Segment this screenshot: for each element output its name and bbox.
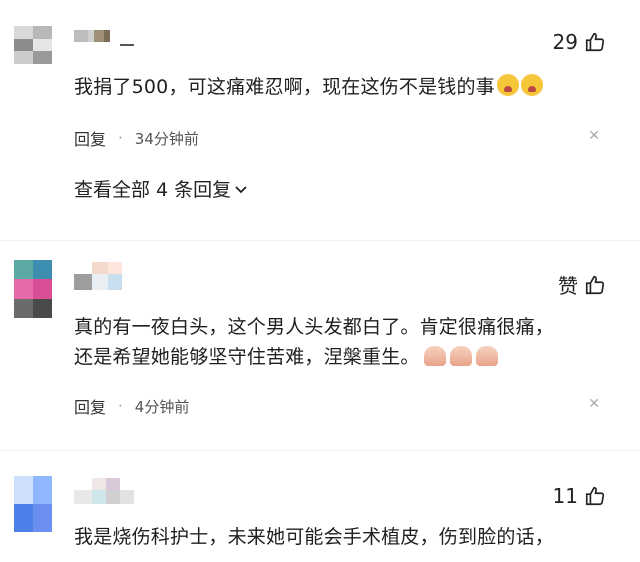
comment-text-line-2: 还是希望她能够坚守住苦难，涅槃重生。 bbox=[74, 342, 610, 372]
like-count: 11 bbox=[552, 484, 578, 508]
chevron-down-icon bbox=[235, 185, 247, 193]
comment-meta: 回复 · 4分钟前 bbox=[74, 394, 189, 418]
separator-dot: · bbox=[118, 129, 123, 147]
comment-text-content: 我是烧伤科护士，未来她可能会手术植皮，伤到脸的话， bbox=[74, 526, 555, 548]
divider bbox=[0, 240, 640, 241]
praying-hands-icon bbox=[423, 346, 446, 366]
avatar[interactable] bbox=[14, 476, 52, 532]
comment-2: 赞 真的有一夜白头，这个男人头发都白了。肯定很痛很痛， 还是希望她能够坚守住苦难… bbox=[0, 250, 640, 460]
divider bbox=[0, 450, 640, 451]
comment-text-content: 我捐了500，可这痛难忍啊，现在这伤不是钱的事 bbox=[74, 76, 495, 98]
like-button[interactable]: 赞 bbox=[558, 270, 606, 299]
crying-emoji-icon bbox=[496, 74, 519, 96]
close-icon[interactable]: ✕ bbox=[588, 128, 600, 144]
thumbs-up-icon bbox=[585, 486, 605, 506]
avatar[interactable] bbox=[14, 26, 52, 64]
username[interactable] bbox=[74, 478, 152, 504]
timestamp: 4分钟前 bbox=[134, 397, 190, 416]
comment-1: 29 我捐了500，可这痛难忍啊，现在这伤不是钱的事 回复 · 34分钟前 ✕ … bbox=[0, 0, 640, 230]
praying-hands-icon bbox=[475, 346, 498, 366]
crying-emoji-icon bbox=[520, 74, 543, 96]
like-label: 赞 bbox=[558, 274, 578, 298]
reply-button[interactable]: 回复 bbox=[74, 394, 106, 418]
separator-dot: · bbox=[118, 397, 123, 415]
comment-text: 我捐了500，可这痛难忍啊，现在这伤不是钱的事 bbox=[74, 72, 610, 102]
comment-meta: 回复 · 34分钟前 bbox=[74, 126, 199, 150]
praying-hands-icon bbox=[449, 346, 472, 366]
thumbs-up-icon bbox=[585, 275, 605, 294]
username[interactable] bbox=[74, 30, 110, 42]
comment-3: 11 我是烧伤科护士，未来她可能会手术植皮，伤到脸的话， bbox=[0, 470, 640, 562]
close-icon[interactable]: ✕ bbox=[588, 396, 600, 412]
like-button[interactable]: 29 bbox=[553, 30, 606, 54]
comment-text: 真的有一夜白头，这个男人头发都白了。肯定很痛很痛， 还是希望她能够坚守住苦难，涅… bbox=[74, 312, 610, 372]
comment-text-line-2-content: 还是希望她能够坚守住苦难，涅槃重生。 bbox=[74, 346, 420, 368]
comment-text-line-1: 真的有一夜白头，这个男人头发都白了。肯定很痛很痛， bbox=[74, 316, 555, 338]
like-button[interactable]: 11 bbox=[553, 484, 606, 508]
thumbs-up-icon bbox=[585, 32, 605, 52]
avatar[interactable] bbox=[14, 260, 52, 318]
view-all-replies-link[interactable]: 查看全部 4 条回复 bbox=[74, 175, 249, 202]
like-count: 29 bbox=[552, 30, 578, 54]
comment-text: 我是烧伤科护士，未来她可能会手术植皮，伤到脸的话， bbox=[74, 522, 610, 552]
username[interactable] bbox=[74, 262, 134, 290]
name-underline bbox=[120, 44, 134, 46]
reply-button[interactable]: 回复 bbox=[74, 126, 106, 150]
timestamp: 34分钟前 bbox=[134, 129, 199, 148]
view-all-replies-label: 查看全部 4 条回复 bbox=[74, 179, 232, 201]
